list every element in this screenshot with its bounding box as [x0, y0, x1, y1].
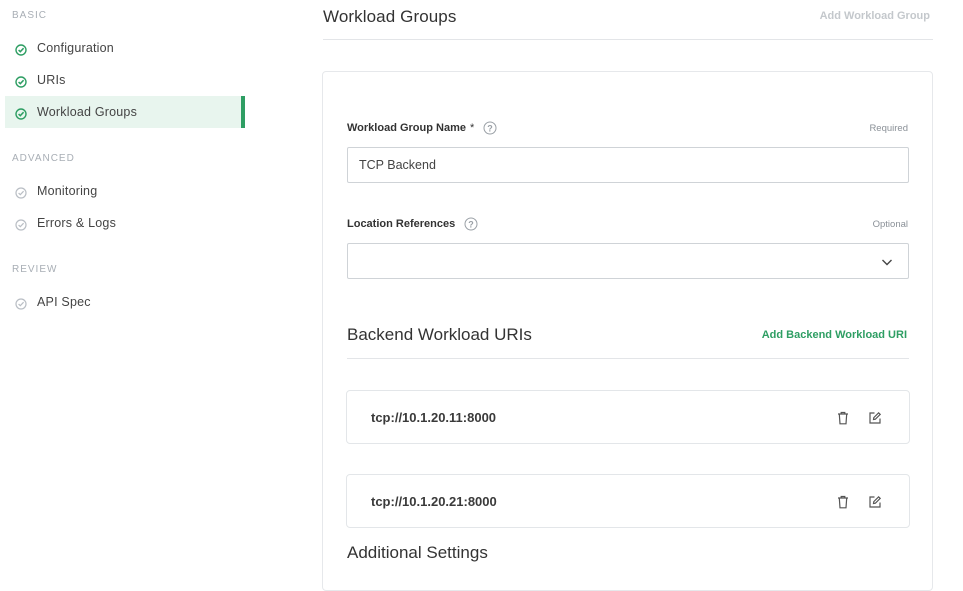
check-circle-icon [14, 43, 28, 57]
sidebar-item-monitoring[interactable]: Monitoring [5, 175, 245, 207]
sidebar-item-label: Errors & Logs [37, 216, 117, 230]
svg-text:?: ? [488, 123, 494, 133]
sidebar-item-label: API Spec [37, 295, 91, 309]
optional-hint: Optional [872, 219, 908, 230]
backend-divider [347, 358, 909, 359]
uri-row: tcp://10.1.20.11:8000 [346, 390, 910, 444]
required-marker: * [469, 122, 475, 134]
help-icon[interactable]: ? [464, 217, 478, 231]
field-label-text: Workload Group Name [347, 122, 466, 134]
check-circle-outline-icon [14, 297, 28, 311]
trash-icon[interactable] [835, 410, 851, 426]
workload-group-name-label: Workload Group Name * ? [347, 121, 497, 135]
backend-uris-title: Backend Workload URIs [347, 325, 532, 344]
sidebar-item-uris[interactable]: URIs [5, 64, 245, 96]
section-label-review: REVIEW [12, 264, 58, 275]
required-hint: Required [869, 123, 908, 134]
location-references-select[interactable] [347, 243, 909, 279]
sidebar-item-label: Workload Groups [37, 105, 138, 119]
section-label-basic: BASIC [12, 10, 48, 21]
sidebar-item-label: Monitoring [37, 184, 98, 198]
section-label-advanced: ADVANCED [12, 153, 75, 164]
sidebar-item-errors-logs[interactable]: Errors & Logs [5, 207, 245, 239]
location-references-label: Location References ? [347, 217, 478, 231]
edit-icon[interactable] [867, 410, 883, 426]
check-circle-outline-icon [14, 218, 28, 232]
trash-icon[interactable] [835, 494, 851, 510]
sidebar-item-label: Configuration [37, 41, 114, 55]
title-divider [323, 39, 933, 40]
help-icon[interactable]: ? [483, 121, 497, 135]
edit-icon[interactable] [867, 494, 883, 510]
uri-row: tcp://10.1.20.21:8000 [346, 474, 910, 528]
check-circle-icon [14, 107, 28, 121]
chevron-down-icon [881, 255, 893, 273]
add-backend-uri-button[interactable]: Add Backend Workload URI [762, 329, 907, 341]
add-workload-group-button[interactable]: Add Workload Group [820, 10, 930, 22]
field-label-text: Location References [347, 218, 456, 230]
check-circle-icon [14, 75, 28, 89]
workload-group-name-input[interactable] [347, 147, 909, 183]
check-circle-outline-icon [14, 186, 28, 200]
sidebar-item-configuration[interactable]: Configuration [5, 32, 245, 64]
uri-value: tcp://10.1.20.21:8000 [371, 494, 497, 509]
svg-text:?: ? [468, 219, 474, 229]
uri-value: tcp://10.1.20.11:8000 [371, 410, 497, 425]
sidebar-item-workload-groups[interactable]: Workload Groups [5, 96, 245, 128]
sidebar: BASIC Configuration URIs Workload Groups… [0, 0, 250, 561]
additional-settings-title: Additional Settings [347, 543, 488, 562]
sidebar-item-label: URIs [37, 73, 66, 87]
sidebar-item-api-spec[interactable]: API Spec [5, 286, 245, 318]
page-title: Workload Groups [323, 7, 457, 26]
